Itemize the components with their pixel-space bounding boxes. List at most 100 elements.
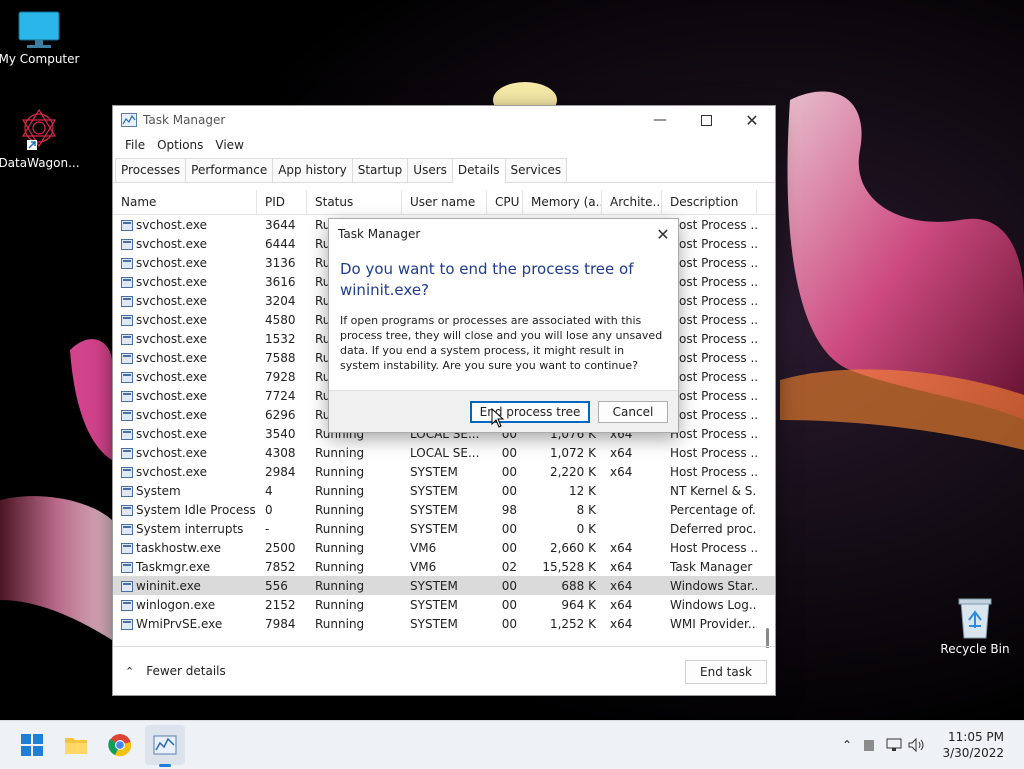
table-row[interactable]: svchost.exe 2984 Running SYSTEM 00 2,220 K x64… [113,462,775,481]
maximize-button[interactable] [683,106,729,134]
cell-desc: Host Process ... [662,446,757,460]
dialog-title-bar[interactable]: Task Manager ✕ [329,219,678,249]
clock[interactable]: 11:05 PM 3/30/2022 [942,729,1004,761]
cell-text: 3616 [265,274,296,289]
process-icon [121,561,133,573]
close-button[interactable]: ✕ [729,106,775,134]
clock-time: 11:05 PM [948,730,1004,744]
minimize-button[interactable]: — [637,106,683,134]
table-row[interactable]: Taskmgr.exe 7852 Running VM6 02 15,528 K x64 Ta… [113,557,775,576]
end-task-button[interactable]: End task [685,660,767,684]
cell-pid: 7852 [257,560,307,574]
cell-text: SYSTEM [410,483,458,498]
close-icon: ✕ [656,224,670,244]
chrome-icon[interactable] [108,733,132,757]
cell-text: x64 [610,597,633,612]
table-row[interactable]: System 4 Running SYSTEM 00 12 K NT Kernel & S.… [113,481,775,500]
scrollbar-thumb[interactable] [766,628,769,648]
column-header-pid[interactable]: PID [257,190,307,214]
cell-pid: 4580 [257,313,307,327]
cell-text: 556 [265,578,288,593]
mouse-cursor-icon [491,408,505,428]
cell-mem: 8 K [523,503,602,517]
fewer-details-button[interactable]: ⌃ Fewer details [125,664,226,678]
process-icon [121,618,133,630]
menu-options[interactable]: Options [151,138,209,152]
cell-text: Windows Star... [670,578,757,593]
end-process-tree-button[interactable]: End process tree [470,401,590,423]
cell-text: Task Manager [670,559,753,574]
desktop-icon-datawagon[interactable]: DataWagon... [0,106,81,170]
cell-text: 3540 [265,426,296,441]
column-header-architecture[interactable]: Archite... [602,190,662,214]
cell-text: 2,220 K [549,464,596,479]
cell-desc: Deferred proc... [662,522,757,536]
start-windows-icon[interactable] [20,733,44,757]
maximize-icon [700,114,712,126]
process-icon [121,257,133,269]
taskbar: ⌃ 11:05 PM 3/30/2022 [0,720,1024,769]
table-row[interactable]: svchost.exe 4308 Running LOCAL SE... 00 1,072… [113,443,775,462]
table-row[interactable]: System Idle Process 0 Running SYSTEM 98 8 K Pe… [113,500,775,519]
column-header-status[interactable]: Status [307,190,402,214]
cell-cpu: 02 [487,560,523,574]
cell-name: svchost.exe [113,313,257,327]
tab-performance[interactable]: Performance [185,158,274,182]
cell-text: Host Process ... [670,350,757,365]
menu-file[interactable]: File [119,138,151,152]
column-header-memory[interactable]: Memory (a... [523,190,602,214]
chevron-up-icon: ⌃ [125,664,135,678]
cell-pid: 3616 [257,275,307,289]
cell-arch: x64 [602,598,662,612]
file-explorer-icon[interactable] [64,733,88,757]
table-row[interactable]: taskhostw.exe 2500 Running VM6 00 2,660 K x64 H… [113,538,775,557]
cell-text: svchost.exe [136,255,207,270]
tab-services[interactable]: Services [504,158,568,182]
cell-name: taskhostw.exe [113,541,257,555]
desktop-icon-recycle-bin[interactable]: Recycle Bin [933,596,1017,656]
volume-icon[interactable] [908,738,926,752]
cell-text: 2500 [265,540,296,555]
cell-text: x64 [610,616,633,631]
column-header-description[interactable]: Description [662,190,757,214]
datawagon-logo-icon [21,108,57,150]
tab-startup[interactable]: Startup [351,158,409,182]
cell-status: Running [307,598,402,612]
cell-text: NT Kernel & S... [670,483,757,498]
cell-text: Host Process ... [670,331,757,346]
cell-pid: 1532 [257,332,307,346]
column-header-user-name[interactable]: User name [402,190,487,214]
table-row[interactable]: winlogon.exe 2152 Running SYSTEM 00 964 K x64 W… [113,595,775,614]
cell-arch: x64 [602,446,662,460]
cell-pid: 7984 [257,617,307,631]
table-row[interactable]: wininit.exe 556 Running SYSTEM 00 688 K x64 Win… [113,576,775,595]
tray-app-icon[interactable] [864,739,875,751]
dialog-close-button[interactable]: ✕ [648,225,678,244]
task-manager-taskbar-icon[interactable] [153,733,177,757]
cell-user: LOCAL SE... [402,446,487,460]
cell-pid: 7588 [257,351,307,365]
chevron-up-icon[interactable]: ⌃ [842,738,852,752]
table-row[interactable]: WmiPrvSE.exe 7984 Running SYSTEM 00 1,252 K x6… [113,614,775,633]
tab-users[interactable]: Users [407,158,453,182]
monitor-icon [18,11,60,48]
table-row[interactable]: System interrupts - Running SYSTEM 00 0 K Defe… [113,519,775,538]
column-header-cpu[interactable]: CPU [487,190,523,214]
menu-view[interactable]: View [209,138,249,152]
desktop-icon-my-computer[interactable]: My Computer [0,10,81,66]
tab-app-history[interactable]: App history [272,158,353,182]
cell-text: Running [315,597,365,612]
cell-arch: x64 [602,617,662,631]
tab-details[interactable]: Details [451,158,506,183]
cell-text: x64 [610,464,633,479]
cell-text: SYSTEM [410,502,458,517]
cell-text: Deferred proc... [670,521,757,536]
cell-name: wininit.exe [113,579,257,593]
tab-processes[interactable]: Processes [115,158,187,182]
title-bar[interactable]: Task Manager — ✕ [113,106,775,134]
network-icon[interactable] [886,738,902,752]
cancel-button[interactable]: Cancel [598,401,668,423]
cell-mem: 688 K [523,579,602,593]
cell-text: Percentage of... [670,502,757,517]
vertical-scrollbar[interactable] [766,298,769,648]
